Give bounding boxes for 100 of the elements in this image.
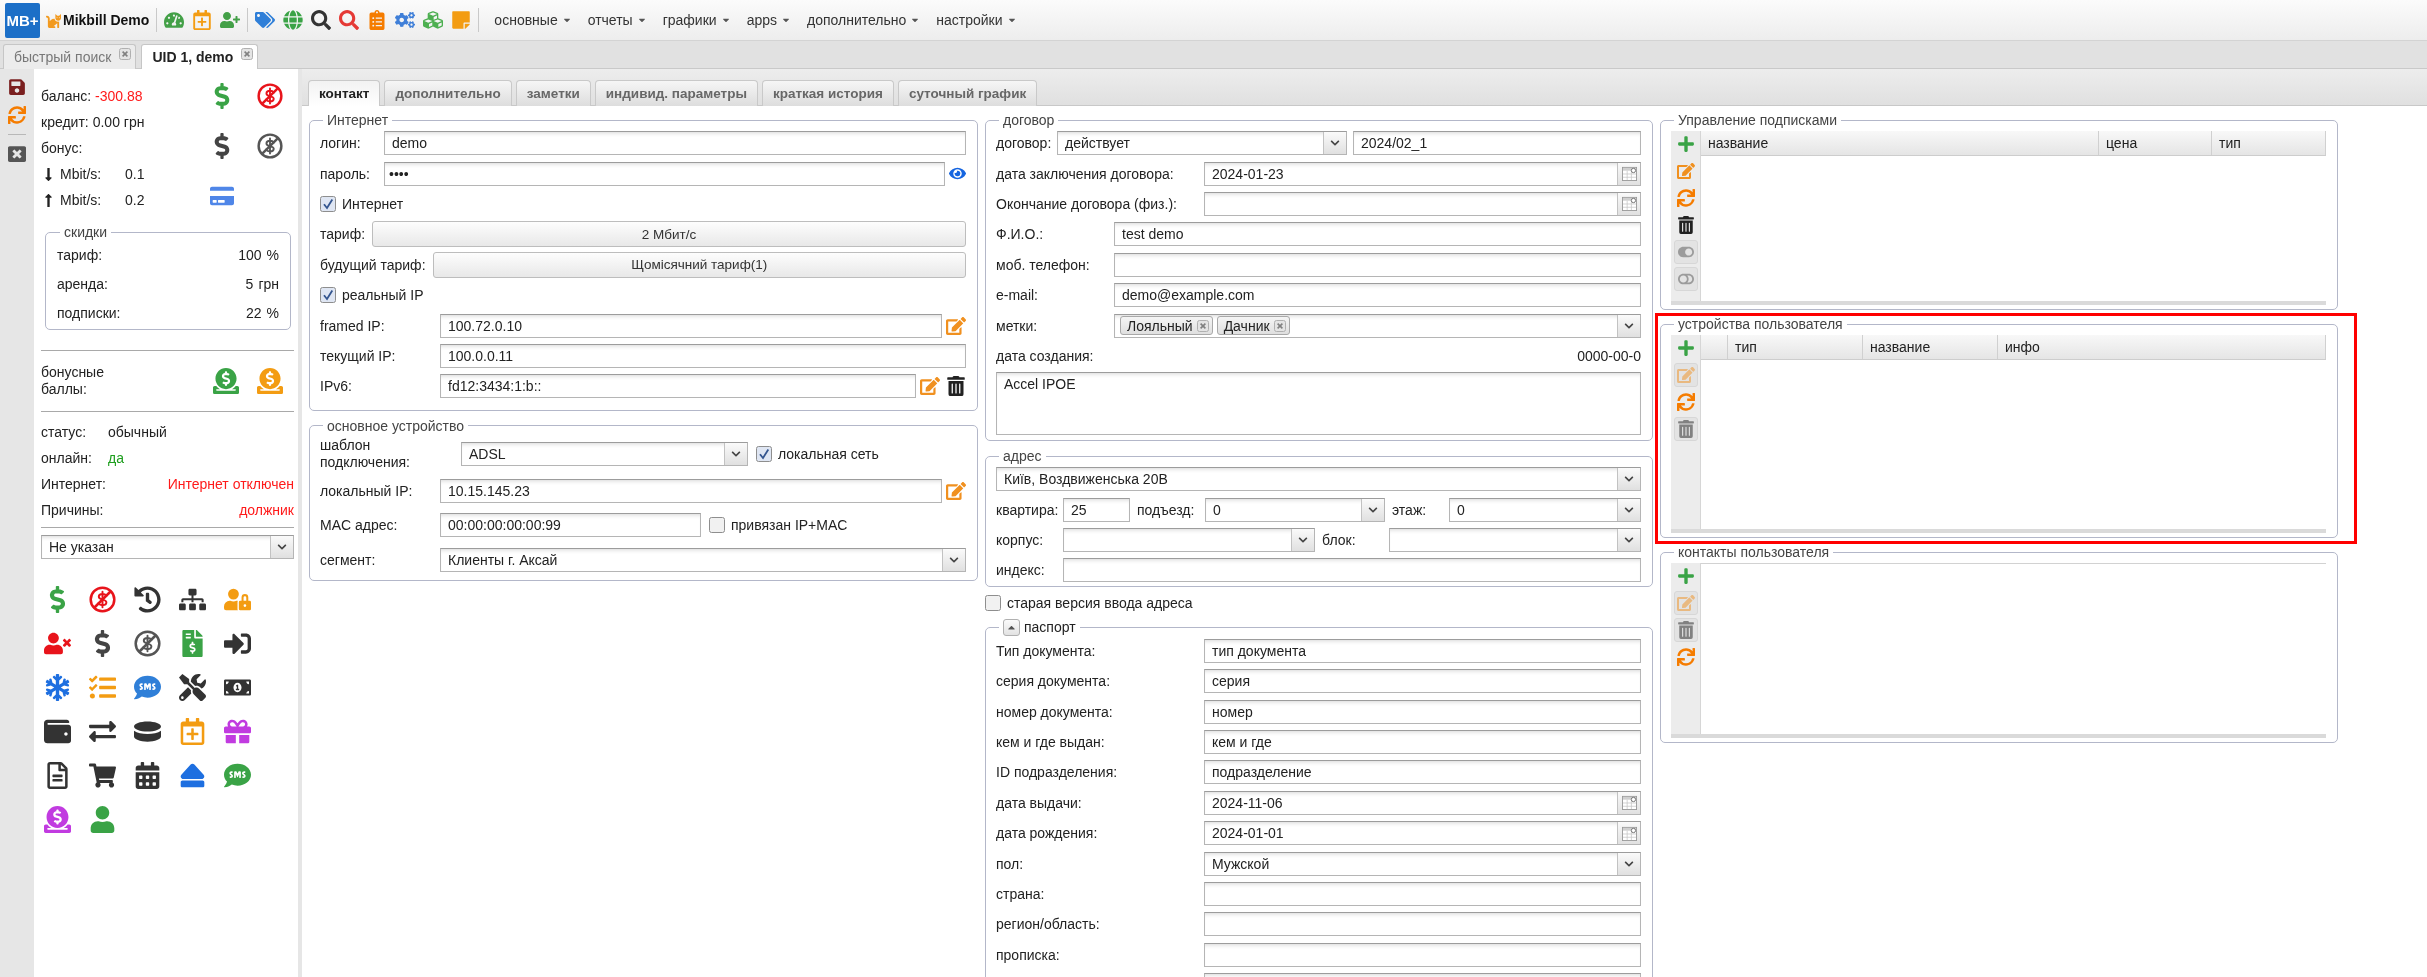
- menu-button[interactable]: дополнительно: [799, 5, 929, 35]
- menu-button[interactable]: основные: [486, 5, 580, 35]
- sms-icon[interactable]: [224, 761, 251, 789]
- invoice-icon[interactable]: [179, 629, 206, 657]
- input-field[interactable]: тип документа: [1204, 638, 1641, 663]
- refresh-icon[interactable]: [8, 106, 26, 124]
- sticky-note-icon[interactable]: [451, 10, 472, 30]
- user-icon[interactable]: [89, 805, 116, 833]
- tags-field[interactable]: Лояльный Дачник: [1114, 313, 1641, 338]
- column-header[interactable]: инфо: [1998, 335, 2326, 359]
- menu-button[interactable]: графики: [654, 5, 739, 35]
- gift-icon[interactable]: [224, 717, 251, 745]
- checkbox[interactable]: [985, 594, 1001, 611]
- no-dollar-icon[interactable]: [134, 629, 161, 657]
- close-icon[interactable]: [241, 48, 254, 60]
- edit-icon[interactable]: [946, 315, 966, 336]
- input-field[interactable]: 2024/02_1: [1353, 131, 1641, 156]
- cart-icon[interactable]: [89, 761, 116, 789]
- credit-card-icon[interactable]: [210, 184, 234, 208]
- input-field[interactable]: [1204, 942, 1641, 967]
- coin-tray-icon[interactable]: [213, 368, 239, 394]
- input-field[interactable]: кем и где: [1204, 730, 1641, 755]
- input-field[interactable]: серия: [1204, 669, 1641, 694]
- password-field[interactable]: ••••: [384, 161, 945, 186]
- globe-icon[interactable]: [283, 10, 304, 30]
- input-field[interactable]: 100.72.0.10: [440, 313, 942, 338]
- edit-icon[interactable]: [920, 376, 940, 397]
- tab[interactable]: суточный график: [897, 80, 1038, 106]
- column-header[interactable]: название: [1863, 335, 1998, 359]
- no-dollar-icon[interactable]: [89, 585, 116, 613]
- checkbox[interactable]: [320, 287, 336, 304]
- input-field[interactable]: fd12:3434:1:b::: [440, 374, 916, 399]
- tariff-button[interactable]: Щомісячний тариф(1): [432, 251, 966, 278]
- tab[interactable]: дополнительно: [384, 80, 512, 106]
- input-field[interactable]: 25: [1063, 497, 1130, 522]
- input-field[interactable]: demo@example.com: [1114, 283, 1641, 308]
- save-icon[interactable]: [8, 78, 26, 96]
- column-header[interactable]: цена: [2099, 131, 2212, 155]
- select-field[interactable]: [1063, 528, 1315, 553]
- remove-icon[interactable]: [1273, 319, 1286, 332]
- tariff-button[interactable]: 2 Мбит/с: [372, 221, 966, 248]
- tags-icon[interactable]: [255, 10, 276, 30]
- input-field[interactable]: номер: [1204, 699, 1641, 724]
- checklist-icon[interactable]: [89, 673, 116, 701]
- collapse-button[interactable]: [1003, 618, 1020, 636]
- tab[interactable]: индивид. параметры: [594, 80, 758, 106]
- tag-chip[interactable]: Лояльный: [1120, 316, 1213, 336]
- tab[interactable]: краткая история: [761, 80, 894, 106]
- tab[interactable]: заметки: [515, 80, 591, 106]
- no-dollar-icon[interactable]: [257, 83, 283, 109]
- window-tab[interactable]: быстрый поиск: [3, 44, 137, 69]
- select-field[interactable]: 0: [1205, 497, 1385, 522]
- cubes-icon[interactable]: [423, 10, 444, 30]
- input-field[interactable]: 100.0.0.11: [440, 343, 966, 368]
- select-field[interactable]: 0: [1449, 497, 1641, 522]
- date-field[interactable]: 2024-11-06: [1204, 790, 1641, 815]
- sms-icon[interactable]: [134, 673, 161, 701]
- edit-icon[interactable]: [946, 480, 966, 501]
- select-field[interactable]: Клиенты г. Аксай: [440, 548, 966, 572]
- tab[interactable]: контакт: [308, 80, 381, 106]
- select-field[interactable]: Київ, Воздвиженська 20В: [996, 467, 1641, 492]
- close-icon[interactable]: [8, 145, 26, 163]
- input-field[interactable]: 00:00:00:00:00:99: [440, 513, 701, 537]
- history-icon[interactable]: [134, 585, 161, 613]
- select-field[interactable]: ADSL: [461, 441, 748, 466]
- select-field[interactable]: [1389, 528, 1641, 553]
- input-field[interactable]: demo: [384, 131, 966, 156]
- app-logo[interactable]: MB+: [5, 2, 40, 38]
- close-icon[interactable]: [119, 48, 132, 60]
- coin-tray-icon[interactable]: [44, 805, 71, 833]
- input-field[interactable]: подразделение: [1204, 760, 1641, 785]
- column-header[interactable]: тип: [2212, 131, 2326, 155]
- snowflake-icon[interactable]: [44, 673, 71, 701]
- select-field[interactable]: действует: [1057, 131, 1347, 156]
- date-field[interactable]: [1204, 191, 1641, 216]
- eject-icon[interactable]: [179, 761, 206, 789]
- tools-icon[interactable]: [179, 673, 206, 701]
- window-tab[interactable]: UID 1, demo: [141, 44, 259, 69]
- gears-icon[interactable]: [395, 10, 416, 30]
- checkbox[interactable]: [709, 517, 725, 533]
- wallet-icon[interactable]: [44, 717, 71, 745]
- coin-tray-icon[interactable]: [257, 368, 283, 394]
- select-field[interactable]: Мужской: [1204, 851, 1641, 876]
- select-field[interactable]: Не указан: [41, 534, 294, 559]
- app-title[interactable]: Mikbill Demo: [63, 12, 150, 28]
- notes-field[interactable]: Accel IPOE: [996, 372, 1641, 436]
- calendar-plus-icon[interactable]: [179, 717, 206, 745]
- input-field[interactable]: 10.15.145.23: [440, 478, 942, 503]
- checkbox[interactable]: [756, 445, 772, 462]
- remove-icon[interactable]: [1196, 319, 1209, 332]
- calendar-icon[interactable]: [134, 761, 161, 789]
- tag-chip[interactable]: Дачник: [1216, 316, 1290, 336]
- user-plus-icon[interactable]: [220, 10, 241, 30]
- input-field[interactable]: [1114, 252, 1641, 277]
- date-field[interactable]: 2024-01-23: [1204, 161, 1641, 186]
- input-field[interactable]: test demo: [1114, 222, 1641, 247]
- trash-icon[interactable]: [946, 376, 966, 397]
- document-icon[interactable]: [44, 761, 71, 789]
- search-icon[interactable]: [311, 10, 332, 30]
- menu-button[interactable]: отчеты: [579, 5, 655, 35]
